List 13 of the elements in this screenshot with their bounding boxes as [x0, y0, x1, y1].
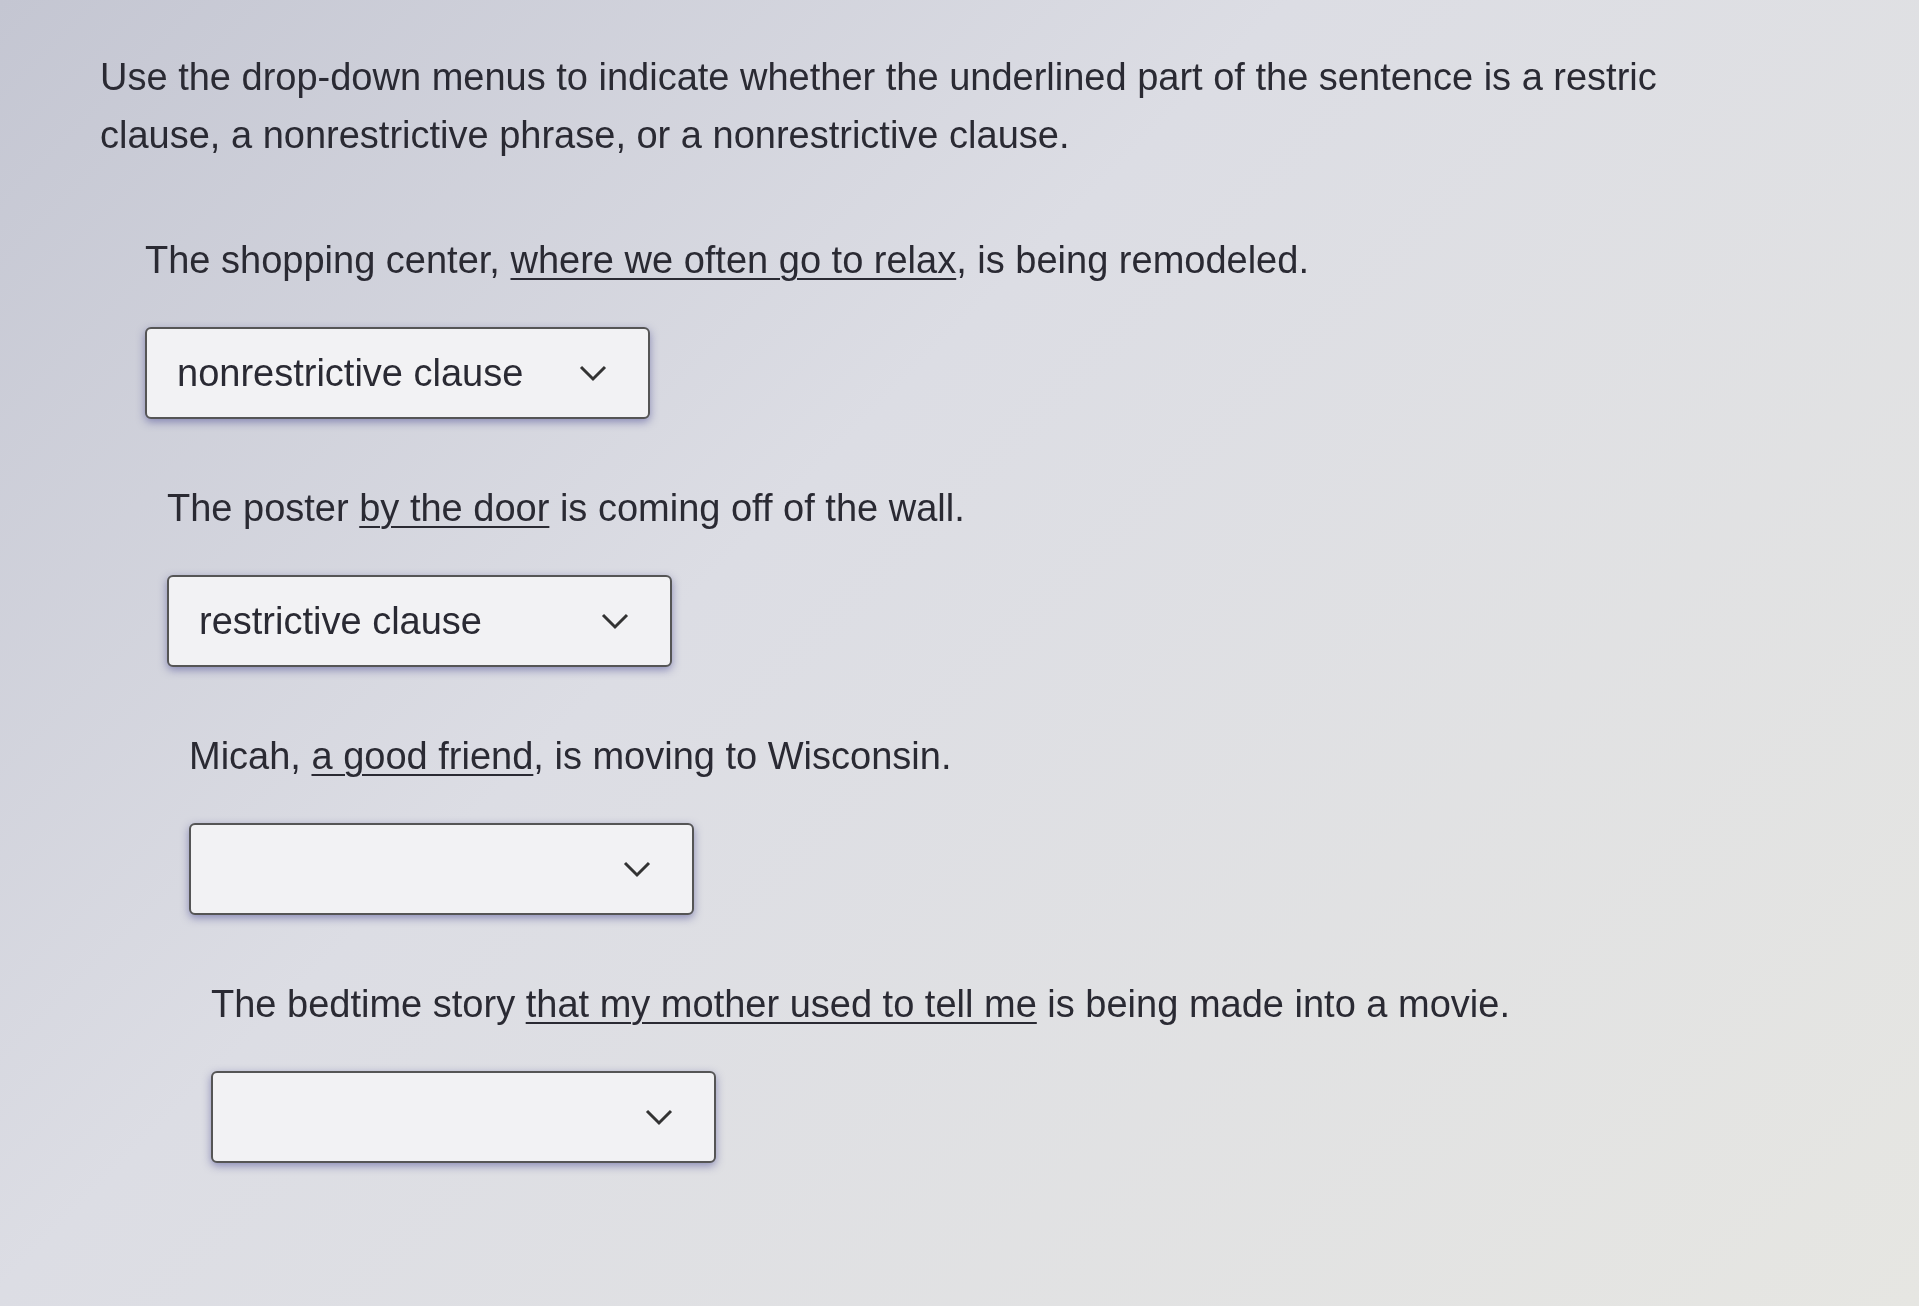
- sentence-text: The shopping center, where we often go to relax, is being remodeled.: [145, 239, 1310, 282]
- answer-dropdown[interactable]: restrictive clause: [167, 575, 672, 667]
- caret-icon: [578, 364, 608, 382]
- caret-icon: [600, 612, 630, 630]
- answer-dropdown[interactable]: [211, 1071, 716, 1163]
- answer-dropdown[interactable]: [189, 823, 694, 915]
- sentence-text: The poster by the door is coming off of the wall.: [167, 487, 966, 530]
- caret-icon: [622, 860, 652, 878]
- instructions-text: Use the drop-down menus to indicate whether the underlined part of the sentence is a restric clause, a nonrestrictive phrase, or a nonrestrictive clause.: [100, 55, 1658, 158]
- caret-icon: [644, 1108, 674, 1126]
- answer-dropdown[interactable]: nonrestrictive clause: [145, 327, 650, 419]
- sentence-text: Micah, a good friend, is moving to Wisconsin.: [189, 735, 953, 778]
- sentence-text: The bedtime story that my mother used to tell me is being made into a movie.: [211, 983, 1511, 1026]
